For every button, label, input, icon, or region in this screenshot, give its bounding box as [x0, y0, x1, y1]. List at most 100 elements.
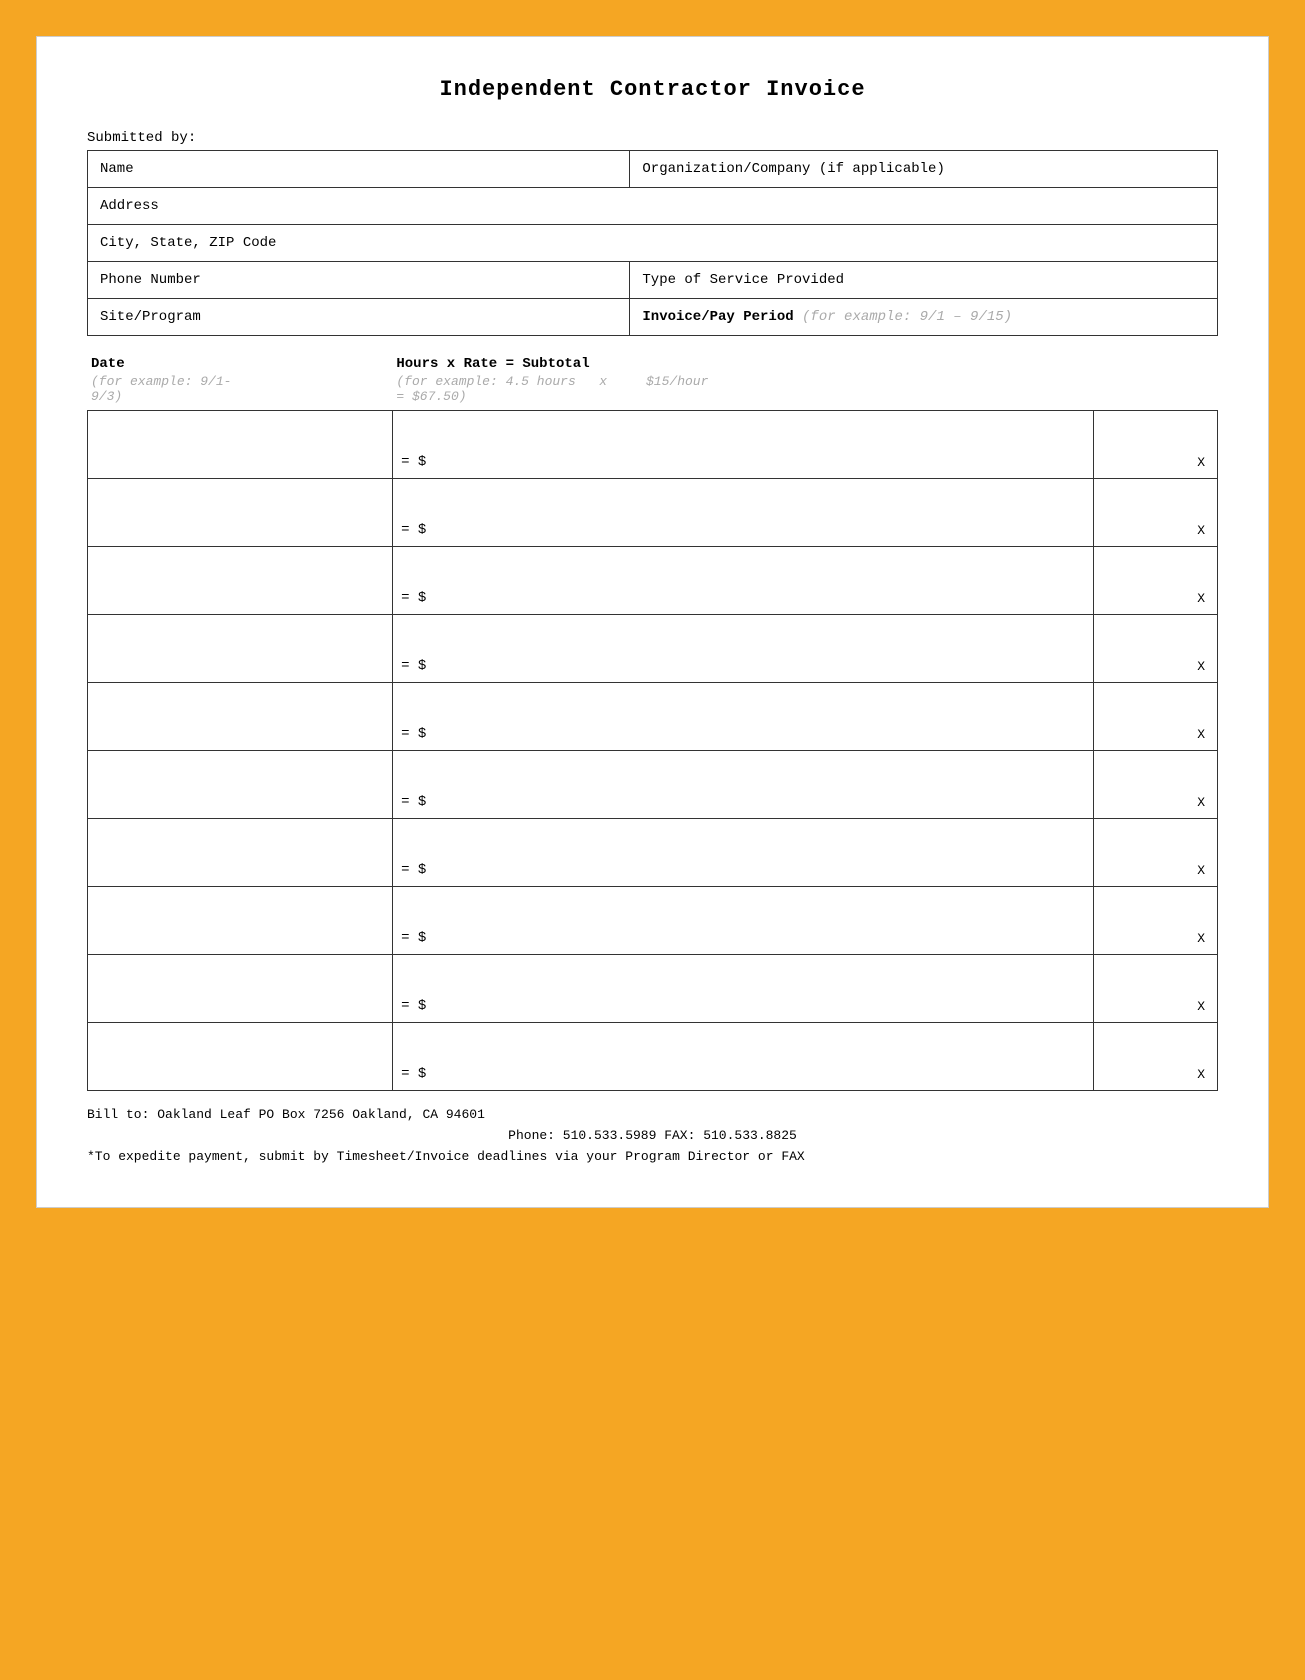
table-row: = $ X: [88, 683, 1218, 751]
equals-dollar-1: = $: [401, 454, 1085, 470]
page-wrapper: Independent Contractor Invoice Submitted…: [20, 20, 1285, 1660]
x-cell-8: X: [1093, 887, 1217, 955]
x-cell-6: X: [1093, 751, 1217, 819]
city-row: City, State, ZIP Code: [88, 225, 1218, 262]
x-cell-1: X: [1093, 411, 1217, 479]
address-label: Address: [100, 198, 159, 214]
column-headers: Date Hours x Rate = Subtotal: [87, 356, 1218, 372]
table-row: = $ X: [88, 751, 1218, 819]
x-mark-3: X: [1102, 591, 1209, 606]
calc-cell-5: = $: [393, 683, 1094, 751]
table-row: = $ X: [88, 479, 1218, 547]
x-mark-5: X: [1102, 727, 1209, 742]
equals-dollar-2: = $: [401, 522, 1085, 538]
phone-cell: Phone Number: [88, 262, 630, 299]
phone-line: Phone: 510.533.5989 FAX: 510.533.8825: [87, 1126, 1218, 1147]
service-cell: Type of Service Provided: [630, 262, 1218, 299]
x-mark-4: X: [1102, 659, 1209, 674]
x-mark-10: X: [1102, 1067, 1209, 1082]
name-cell: Name: [88, 151, 630, 188]
equals-dollar-4: = $: [401, 658, 1085, 674]
calc-cell-6: = $: [393, 751, 1094, 819]
table-row: = $ X: [88, 1023, 1218, 1091]
equals-dollar-9: = $: [401, 998, 1085, 1014]
x-mark-2: X: [1102, 523, 1209, 538]
x-cell-5: X: [1093, 683, 1217, 751]
example-row: (for example: 9/1-9/3) (for example: 4.5…: [87, 374, 1218, 404]
equals-dollar-10: = $: [401, 1066, 1085, 1082]
equals-dollar-7: = $: [401, 862, 1085, 878]
date-cell-7: [88, 819, 393, 887]
date-cell-6: [88, 751, 393, 819]
date-header: Date: [87, 356, 392, 372]
date-cell-8: [88, 887, 393, 955]
x-cell-2: X: [1093, 479, 1217, 547]
x-cell-10: X: [1093, 1023, 1217, 1091]
calc-cell-8: = $: [393, 887, 1094, 955]
x-mark-1: X: [1102, 455, 1209, 470]
date-cell-10: [88, 1023, 393, 1091]
calc-cell-3: = $: [393, 547, 1094, 615]
date-cell-2: [88, 479, 393, 547]
calc-cell-4: = $: [393, 615, 1094, 683]
phone-label: Phone Number: [100, 272, 201, 288]
service-label: Type of Service Provided: [642, 272, 844, 288]
x-mark-7: X: [1102, 863, 1209, 878]
x-cell-4: X: [1093, 615, 1217, 683]
x-mark-9: X: [1102, 999, 1209, 1014]
invoice-label: Invoice/Pay Period: [642, 309, 793, 325]
org-label: Organization/Company (if applicable): [642, 161, 944, 177]
invoice-placeholder: (for example: 9/1 – 9/15): [802, 309, 1012, 325]
info-table: Name Organization/Company (if applicable…: [87, 150, 1218, 336]
table-row: = $ X: [88, 819, 1218, 887]
table-row: = $ X: [88, 955, 1218, 1023]
calc-cell-7: = $: [393, 819, 1094, 887]
table-row: = $ X: [88, 547, 1218, 615]
x-cell-3: X: [1093, 547, 1217, 615]
data-table: = $ X = $ X = $: [87, 410, 1218, 1091]
date-cell-4: [88, 615, 393, 683]
equals-dollar-8: = $: [401, 930, 1085, 946]
date-cell-9: [88, 955, 393, 1023]
calc-cell-9: = $: [393, 955, 1094, 1023]
page-inner: Independent Contractor Invoice Submitted…: [36, 36, 1269, 1208]
name-org-row: Name Organization/Company (if applicable…: [88, 151, 1218, 188]
city-cell: City, State, ZIP Code: [88, 225, 1218, 262]
site-label: Site/Program: [100, 309, 201, 325]
x-cell-7: X: [1093, 819, 1217, 887]
address-cell: Address: [88, 188, 1218, 225]
equals-dollar-5: = $: [401, 726, 1085, 742]
x-mark-8: X: [1102, 931, 1209, 946]
address-row: Address: [88, 188, 1218, 225]
submitted-by-label: Submitted by:: [87, 130, 1218, 146]
phone-service-row: Phone Number Type of Service Provided: [88, 262, 1218, 299]
date-cell-3: [88, 547, 393, 615]
site-invoice-row: Site/Program Invoice/Pay Period (for exa…: [88, 299, 1218, 336]
equals-dollar-6: = $: [401, 794, 1085, 810]
calc-cell-1: = $: [393, 411, 1094, 479]
table-row: = $ X: [88, 887, 1218, 955]
name-label: Name: [100, 161, 134, 177]
page-title: Independent Contractor Invoice: [87, 77, 1218, 102]
table-row: = $ X: [88, 615, 1218, 683]
date-header-label: Date: [91, 356, 125, 372]
example-hours: (for example: 4.5 hours x $15/hour= $67.…: [392, 374, 1218, 404]
hours-header: Hours x Rate = Subtotal: [392, 356, 1218, 372]
x-mark-6: X: [1102, 795, 1209, 810]
x-cell-9: X: [1093, 955, 1217, 1023]
site-cell: Site/Program: [88, 299, 630, 336]
calc-cell-10: = $: [393, 1023, 1094, 1091]
invoice-cell: Invoice/Pay Period (for example: 9/1 – 9…: [630, 299, 1218, 336]
equals-dollar-3: = $: [401, 590, 1085, 606]
date-cell-1: [88, 411, 393, 479]
org-cell: Organization/Company (if applicable): [630, 151, 1218, 188]
table-row: = $ X: [88, 411, 1218, 479]
date-cell-5: [88, 683, 393, 751]
example-date: (for example: 9/1-9/3): [87, 374, 392, 404]
footer: Bill to: Oakland Leaf PO Box 7256 Oaklan…: [87, 1105, 1218, 1167]
city-label: City, State, ZIP Code: [100, 235, 276, 251]
bill-to-line: Bill to: Oakland Leaf PO Box 7256 Oaklan…: [87, 1105, 1218, 1126]
expedite-line: *To expedite payment, submit by Timeshee…: [87, 1147, 1218, 1168]
calc-cell-2: = $: [393, 479, 1094, 547]
hours-header-label: Hours x Rate = Subtotal: [396, 356, 589, 372]
